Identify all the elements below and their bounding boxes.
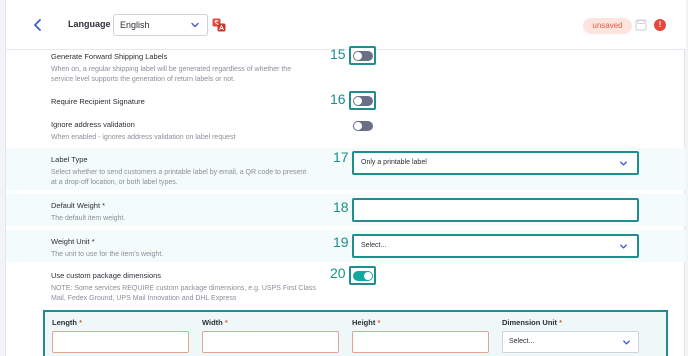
forward-labels-label: Generate Forward Shipping Labels bbox=[51, 52, 168, 61]
label-type-value: Only a printable label bbox=[361, 159, 427, 166]
status-badge: unsaved bbox=[583, 18, 632, 34]
ignore-address-label: Ignore address validation bbox=[51, 120, 135, 129]
recipient-signature-label: Require Recipient Signature bbox=[51, 97, 145, 106]
width-input[interactable] bbox=[202, 331, 339, 353]
chevron-left-icon[interactable] bbox=[30, 17, 46, 33]
custom-dimensions-toggle[interactable] bbox=[353, 271, 373, 281]
height-label-text: Height bbox=[352, 318, 376, 327]
weight-unit-description: The unit to use for the item's weight. bbox=[51, 251, 164, 258]
ignore-address-description: When enabled - ignores address validatio… bbox=[51, 134, 236, 141]
weight-unit-value: Select... bbox=[361, 242, 387, 249]
label-type-label: Label Type bbox=[51, 155, 88, 164]
marker-15: 15 bbox=[330, 46, 346, 62]
settings-frame: Language English unsaved ! Generate Forw… bbox=[5, 0, 686, 356]
marker-16: 16 bbox=[330, 91, 346, 107]
marker-20: 20 bbox=[330, 265, 346, 281]
label-type-description-1: Select whether to send customers a print… bbox=[51, 169, 307, 176]
custom-dimensions-toggle-box bbox=[349, 266, 376, 285]
dimension-unit-label-text: Dimension Unit bbox=[502, 318, 558, 327]
height-label: Height * bbox=[352, 318, 380, 327]
default-weight-input[interactable] bbox=[352, 198, 639, 222]
header-bar: Language English unsaved ! bbox=[6, 0, 686, 50]
length-input[interactable] bbox=[52, 331, 189, 353]
dimension-unit-select[interactable]: Select... bbox=[502, 331, 639, 353]
toggle-knob bbox=[354, 122, 362, 130]
custom-dimensions-description-1: NOTE: Some services REQUIRE custom packa… bbox=[51, 285, 316, 292]
custom-dimensions-label: Use custom package dimensions bbox=[51, 271, 162, 280]
required-mark: * bbox=[377, 318, 381, 327]
language-label: Language bbox=[68, 19, 111, 29]
dimension-unit-value: Select... bbox=[509, 338, 535, 345]
recipient-signature-toggle[interactable] bbox=[353, 96, 373, 106]
custom-dimensions-description-2: Mail, Fedex Ground, UPS Mail Innovation … bbox=[51, 295, 237, 302]
translate-icon[interactable] bbox=[212, 18, 226, 32]
ignore-address-toggle[interactable] bbox=[353, 121, 373, 131]
dimension-unit-label: Dimension Unit * bbox=[502, 318, 562, 327]
forward-labels-description-1: When on, a regular shipping label will b… bbox=[51, 66, 292, 73]
marker-17: 17 bbox=[333, 149, 349, 165]
height-input[interactable] bbox=[352, 331, 489, 353]
alert-icon[interactable]: ! bbox=[654, 19, 666, 31]
required-mark: * bbox=[79, 318, 83, 327]
chevron-down-icon bbox=[620, 161, 627, 166]
label-type-description-2: at a drop-off location, or both label ty… bbox=[51, 179, 178, 186]
required-mark: * bbox=[559, 318, 563, 327]
forward-labels-toggle-box bbox=[349, 46, 376, 65]
language-value: English bbox=[120, 20, 150, 30]
default-weight-label: Default Weight * bbox=[51, 201, 106, 210]
toggle-knob bbox=[354, 52, 362, 60]
toggle-knob bbox=[364, 272, 372, 280]
weight-unit-label: Weight Unit * bbox=[51, 237, 95, 246]
toggle-knob bbox=[354, 97, 362, 105]
ignore-address-toggle-box bbox=[349, 116, 376, 135]
weight-unit-select[interactable]: Select... bbox=[352, 234, 639, 258]
chevron-down-icon bbox=[623, 340, 630, 345]
recipient-signature-toggle-box bbox=[349, 91, 376, 110]
chevron-down-icon bbox=[620, 244, 627, 249]
width-label-text: Width bbox=[202, 318, 223, 327]
language-select[interactable]: English bbox=[113, 14, 208, 36]
width-label: Width * bbox=[202, 318, 228, 327]
forward-labels-toggle[interactable] bbox=[353, 51, 373, 61]
label-type-select[interactable]: Only a printable label bbox=[352, 151, 639, 175]
dimensions-panel: Length * Width * Height * Dimension Unit… bbox=[43, 310, 668, 356]
marker-19: 19 bbox=[333, 234, 349, 250]
length-label: Length * bbox=[52, 318, 82, 327]
forward-labels-description-2: service level supports the generation of… bbox=[51, 76, 236, 83]
save-icon[interactable] bbox=[635, 19, 647, 31]
required-mark: * bbox=[224, 318, 228, 327]
length-label-text: Length bbox=[52, 318, 77, 327]
chevron-down-icon bbox=[191, 22, 199, 28]
marker-18: 18 bbox=[333, 199, 349, 215]
default-weight-description: The default item weight. bbox=[51, 215, 126, 222]
